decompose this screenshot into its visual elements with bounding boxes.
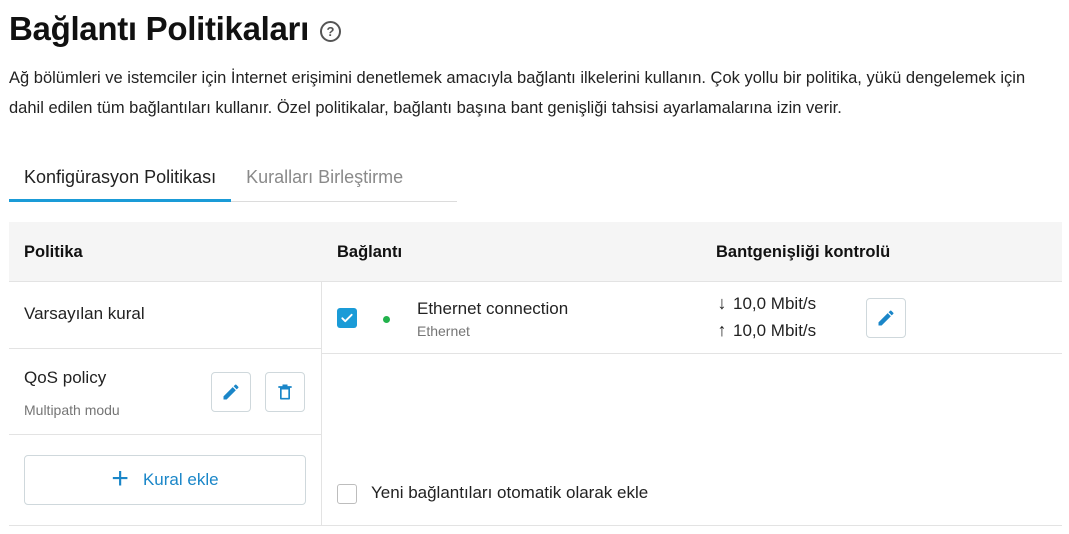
pencil-icon [223,384,239,400]
row-divider [9,434,321,435]
upload-value: 10,0 Mbit/s [733,320,817,340]
column-divider [321,282,322,526]
add-rule-label: Kural ekle [142,470,219,489]
upload-bandwidth: ↑ 10,0 Mbit/s [715,320,817,341]
download-value: 10,0 Mbit/s [733,293,817,313]
tab-configuration-policy[interactable]: Konfigürasyon Politikası [9,153,232,202]
connection-checkbox[interactable] [337,308,357,328]
policy-table: Politika Bağlantı Bantgenişliği kontrolü… [9,222,1062,526]
edit-policy-button[interactable] [211,372,251,412]
connection-status-dot [383,316,390,323]
auto-add-checkbox[interactable] [337,484,357,504]
row-divider [9,348,321,349]
plus-icon: + [111,461,129,495]
page-header: Bağlantı Politikaları ? [9,10,341,48]
tab-bar: Konfigürasyon Politikası Kuralları Birle… [9,153,457,202]
column-header-policy: Politika [24,242,83,261]
edit-bandwidth-button[interactable] [866,298,906,338]
arrow-up-icon: ↑ [717,320,727,340]
connection-type: Ethernet [417,323,470,339]
connection-name: Ethernet connection [417,299,569,318]
page-description: Ağ bölümleri ve istemciler için İnternet… [9,69,1026,117]
checkmark-icon [341,313,353,323]
column-header-bandwidth: Bantgenişliği kontrolü [716,242,891,261]
delete-policy-button[interactable] [265,372,305,412]
pencil-icon [878,310,894,326]
page-title: Bağlantı Politikaları [9,10,309,47]
policy-qos-name[interactable]: QoS policy [24,368,106,388]
policy-default-rule[interactable]: Varsayılan kural [24,304,145,324]
column-header-connection: Bağlantı [337,242,403,261]
policy-qos-mode: Multipath modu [24,402,120,418]
table-header: Politika Bağlantı Bantgenişliği kontrolü [9,222,1062,282]
tab-merge-rules[interactable]: Kuralları Birleştirme [231,153,418,202]
arrow-down-icon: ↓ [717,293,727,313]
trash-icon [278,384,292,400]
auto-add-label[interactable]: Yeni bağlantıları otomatik olarak ekle [371,483,648,503]
download-bandwidth: ↓ 10,0 Mbit/s [715,293,817,314]
add-rule-button[interactable]: + Kural ekle [24,455,306,505]
row-divider [321,353,1062,354]
help-circle-icon[interactable]: ? [319,20,341,42]
